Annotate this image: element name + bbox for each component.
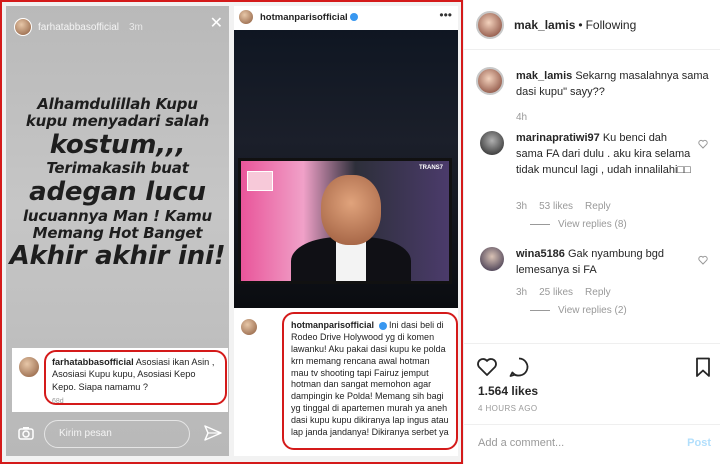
post-comment-card: hotmanparisofficial Ini dasi beli di Rod… <box>234 312 458 456</box>
highlighted-comment: farhatabbasofficial Asosiasi ikan Asin ,… <box>44 350 227 405</box>
caption-username[interactable]: mak_lamis <box>516 70 572 82</box>
tv-channel-logo: TRANS7 <box>418 165 443 171</box>
story-comment-card: farhatabbasofficial Asosiasi ikan Asin ,… <box>12 348 228 412</box>
comment-time: 3h <box>516 201 528 212</box>
bookmark-icon[interactable] <box>692 356 714 378</box>
camera-icon[interactable] <box>18 426 34 440</box>
avatar[interactable] <box>480 247 504 271</box>
story-line: Terimakasih buat <box>46 159 189 178</box>
post-avatar[interactable] <box>238 9 254 25</box>
story-avatar[interactable] <box>14 18 32 36</box>
heart-icon[interactable] <box>476 356 498 378</box>
story-text-block: Alhamdulillah Kupu kupu menyadari salah … <box>6 95 229 272</box>
story-line: lucuannya Man ! Kamu <box>22 206 213 225</box>
instagram-post-screenshot: hotmanparisofficial ••• TRANS7 hotmanpar… <box>234 6 458 456</box>
comment-text-block: wina5186 Gak nyambung bgd lemesanya si F… <box>516 247 692 279</box>
add-comment-bar: Add a comment... Post <box>464 424 720 464</box>
comment-username[interactable]: wina5186 <box>516 248 565 260</box>
view-replies-button[interactable]: View replies (8) <box>530 219 627 230</box>
caption-text-block: mak_lamis Sekarng masalahnya sama dasi k… <box>516 69 716 125</box>
header-username[interactable]: mak_lamis <box>514 18 575 32</box>
add-comment-input[interactable]: Add a comment... <box>478 437 564 449</box>
comment-text-block: marinapratiwi97 Ku benci dah sama FA dar… <box>516 131 692 179</box>
avatar[interactable] <box>476 10 504 39</box>
story-reply-bar: Kirim pesan <box>6 412 229 456</box>
story-username[interactable]: farhatabbasofficial <box>38 22 119 33</box>
tv-screen: TRANS7 <box>238 158 452 284</box>
verified-icon <box>378 321 387 330</box>
posted-time: 4 HOURS AGO <box>478 404 538 413</box>
tv-person-face <box>321 175 381 245</box>
divider <box>530 310 550 311</box>
avatar[interactable] <box>476 67 504 95</box>
reply-button[interactable]: Reply <box>585 287 611 298</box>
screenshot-root: farhatabbasofficial 3m ✕ Alhamdulillah K… <box>0 0 720 464</box>
post-button[interactable]: Post <box>687 437 711 449</box>
comments-section: mak_lamis Sekarng masalahnya sama dasi k… <box>464 51 720 343</box>
view-replies-button[interactable]: View replies (2) <box>530 305 627 316</box>
verified-icon <box>349 13 358 21</box>
story-line: kupu menyadari salah <box>25 112 210 131</box>
post-header: mak_lamis • Following <box>464 0 720 50</box>
story-line: Memang Hot Banget <box>32 223 203 242</box>
instagram-post-sidebar: mak_lamis • Following mak_lamis Sekarng … <box>463 0 720 464</box>
post-actions: 1.564 likes 4 HOURS AGO Add a comment...… <box>464 343 720 464</box>
reply-button[interactable]: Reply <box>585 201 611 212</box>
avatar[interactable] <box>480 131 504 155</box>
left-composite-panel: farhatabbasofficial 3m ✕ Alhamdulillah K… <box>0 0 463 464</box>
comment-time: 3h <box>516 287 528 298</box>
likes-count[interactable]: 1.564 likes <box>478 384 538 398</box>
story-line: Akhir akhir ini! <box>9 241 226 272</box>
post-header: hotmanparisofficial ••• <box>238 6 454 28</box>
comment-meta: 3h 53 likes Reply <box>516 201 611 212</box>
heart-icon[interactable] <box>698 139 708 149</box>
story-line: Alhamdulillah Kupu <box>37 95 198 113</box>
separator-dot: • <box>578 17 583 32</box>
caption-time: 4h <box>516 111 528 123</box>
comment-icon[interactable] <box>508 356 530 378</box>
view-replies-label: View replies (2) <box>558 305 627 316</box>
tv-person-shirt <box>336 241 366 281</box>
comment-time: 68d <box>52 398 64 405</box>
post-username[interactable]: hotmanparisofficial <box>260 12 348 23</box>
send-icon[interactable] <box>204 424 222 442</box>
story-line: adegan lucu <box>29 176 206 207</box>
story-line: kostum,,, <box>49 129 186 160</box>
comment-text: Ini dasi beli di Rodeo Drive Holywood yg… <box>291 320 449 437</box>
comment-likes[interactable]: 53 likes <box>539 201 573 212</box>
tv-inset-image <box>247 171 273 191</box>
comment-avatar[interactable] <box>240 318 258 336</box>
view-replies-label: View replies (8) <box>558 219 627 230</box>
close-icon[interactable]: ✕ <box>210 16 223 32</box>
story-header: farhatabbasofficial 3m <box>14 18 143 36</box>
story-time: 3m <box>128 21 143 33</box>
instagram-story: farhatabbasofficial 3m ✕ Alhamdulillah K… <box>6 6 229 456</box>
message-input[interactable]: Kirim pesan <box>44 420 190 448</box>
comment-username[interactable]: farhatabbasofficial <box>52 357 134 367</box>
comment-meta: 3h 25 likes Reply <box>516 287 611 298</box>
comment-avatar[interactable] <box>18 356 40 378</box>
comment-likes[interactable]: 25 likes <box>539 287 573 298</box>
divider <box>530 224 550 225</box>
heart-icon[interactable] <box>698 255 708 265</box>
more-icon[interactable]: ••• <box>439 8 452 22</box>
post-photo: TRANS7 <box>234 30 458 308</box>
following-button[interactable]: Following <box>586 18 637 32</box>
comment-username[interactable]: marinapratiwi97 <box>516 132 600 144</box>
highlighted-comment: hotmanparisofficial Ini dasi beli di Rod… <box>282 312 458 450</box>
comment-username[interactable]: hotmanparisofficial <box>291 320 374 330</box>
